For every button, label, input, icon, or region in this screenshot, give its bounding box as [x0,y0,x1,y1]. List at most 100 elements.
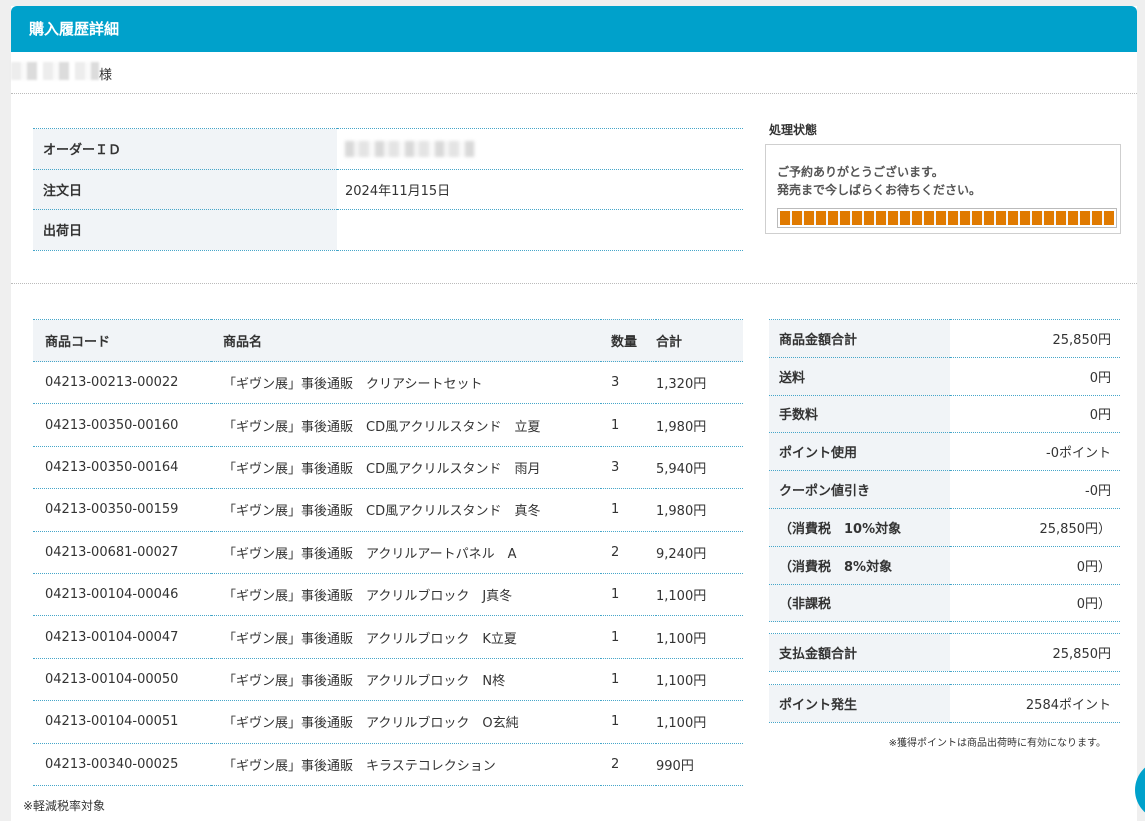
item-sum: 1,320円 [656,361,743,405]
order-date-label: 注文日 [33,168,337,210]
summary-label: クーポン値引き [769,470,950,509]
item-qty: 2 [601,531,656,574]
item-name: 「ギヴン展」事後通販 キラステコレクション [211,743,601,786]
summary-body: 商品金額合計 25,850円 送料 0円 手数料 0円 ポイント使用 -0ポイント クーポン値引… [769,319,1120,623]
item-qty: 1 [601,615,656,659]
summary-label: 送料 [769,356,950,396]
table-row: 04213-00104-00047 「ギヴン展」事後通販 アクリルブロック K立夏… [33,615,743,659]
status-line-1: ご予約ありがとうございます。 [777,165,944,179]
table-row: 04213-00681-00027 「ギヴン展」事後通販 アクリルアートパネル A… [33,531,743,574]
summary-label: （消費税 10%対象 [769,507,950,547]
summary-row: 商品金額合計 25,850円 [769,319,1120,358]
item-qty: 3 [601,446,656,490]
item-qty: 1 [601,700,656,744]
item-code: 04213-00104-00046 [33,573,211,617]
points-row: ポイント発生 2584ポイント [769,684,1120,723]
item-name: 「ギヴン展」事後通販 アクリルブロック O玄純 [211,700,601,744]
item-sum: 990円 [656,743,743,786]
summary-row: （消費税 8%対象 0円） [769,545,1120,585]
item-name: 「ギヴン展」事後通販 アクリルブロック J真冬 [211,573,601,617]
points-table: ポイント発生 2584ポイント [769,684,1120,723]
total-value: 25,850円 [950,633,1120,672]
table-row: 04213-00104-00050 「ギヴン展」事後通販 アクリルブロック N柊 1… [33,658,743,702]
items-body: 04213-00213-00022 「ギヴン展」事後通販 クリアシートセット 3 1,… [33,361,743,786]
summary-label: 手数料 [769,394,950,434]
section-divider [11,283,1137,284]
item-qty: 1 [601,573,656,617]
item-qty: 2 [601,743,656,786]
header-sum: 合計 [656,319,743,362]
summary-value: 0円 [950,394,1120,434]
item-name: 「ギヴン展」事後通販 クリアシートセット [211,361,601,405]
summary-value: 0円） [950,583,1120,623]
item-name: 「ギヴン展」事後通販 アクリルブロック K立夏 [211,615,601,659]
header-name: 商品名 [211,319,601,362]
summary-row: （非課税 0円） [769,583,1120,623]
item-name: 「ギヴン展」事後通販 アクリルアートパネル A [211,531,601,574]
summary-row: クーポン値引き -0円 [769,470,1120,509]
item-code: 04213-00350-00164 [33,446,211,490]
customer-name-redacted [11,62,99,80]
item-sum: 9,240円 [656,531,743,574]
customer-suffix: 様 [99,68,113,83]
item-name: 「ギヴン展」事後通販 アクリルブロック N柊 [211,658,601,702]
item-code: 04213-00104-00051 [33,700,211,744]
total-table: 支払金額合計 25,850円 [769,633,1120,672]
item-code: 04213-00104-00047 [33,615,211,659]
order-date-row: 注文日 2024年11月15日 [33,168,743,210]
order-id-label: オーダーＩＤ [33,128,337,170]
status-message: ご予約ありがとうございます。 発売まで今しばらくお待ちください。 [777,163,981,199]
order-id-redacted [345,140,475,157]
status-title: 処理状態 [769,123,818,137]
item-sum: 1,980円 [656,488,743,532]
summary-row: 送料 0円 [769,356,1120,396]
summary-label: （非課税 [769,583,950,623]
header-code: 商品コード [33,319,211,362]
tax-note: ※軽減税率対象 [23,799,106,813]
item-sum: 1,100円 [656,573,743,617]
item-sum: 1,100円 [656,700,743,744]
ship-date-value [337,209,743,251]
summary-value: 25,850円 [950,319,1120,358]
points-label: ポイント発生 [769,684,950,723]
summary-label: 商品金額合計 [769,319,950,358]
summary-row: 手数料 0円 [769,394,1120,434]
table-row: 04213-00213-00022 「ギヴン展」事後通販 クリアシートセット 3 1,… [33,361,743,405]
item-code: 04213-00350-00160 [33,403,211,447]
summary-value: 0円） [950,545,1120,585]
item-qty: 1 [601,403,656,447]
item-name: 「ギヴン展」事後通販 CD風アクリルスタンド 雨月 [211,446,601,490]
summary-value: 25,850円） [950,507,1120,547]
points-value: 2584ポイント [950,684,1120,723]
item-sum: 1,100円 [656,658,743,702]
summary-row: ポイント使用 -0ポイント [769,432,1120,472]
item-code: 04213-00104-00050 [33,658,211,702]
table-row: 04213-00104-00046 「ギヴン展」事後通販 アクリルブロック J真冬… [33,573,743,617]
item-name: 「ギヴン展」事後通販 CD風アクリルスタンド 真冬 [211,488,601,532]
table-row: 04213-00104-00051 「ギヴン展」事後通販 アクリルブロック O玄純… [33,700,743,744]
summary-label: （消費税 8%対象 [769,545,950,585]
item-code: 04213-00681-00027 [33,531,211,574]
purchase-history-panel: 購入履歴詳細 様 オーダーＩＤ 注文日 2024年11月15日 出荷日 処理状態… [11,6,1137,821]
item-qty: 1 [601,488,656,532]
header-qty: 数量 [601,319,656,362]
ship-date-row: 出荷日 [33,209,743,251]
order-id-value [337,128,743,170]
item-code: 04213-00340-00025 [33,743,211,786]
points-note: ※獲得ポイントは商品出荷時に有効になります。 [888,738,1106,749]
total-label: 支払金額合計 [769,633,950,672]
page-title: 購入履歴詳細 [29,20,120,38]
page-header: 購入履歴詳細 [11,6,1137,52]
order-info-table: オーダーＩＤ 注文日 2024年11月15日 出荷日 [33,128,743,251]
total-row: 支払金額合計 25,850円 [769,633,1120,672]
summary-value: -0ポイント [950,432,1120,472]
table-row: 04213-00340-00025 「ギヴン展」事後通販 キラステコレクション 2 9… [33,743,743,786]
item-qty: 3 [601,361,656,405]
table-row: 04213-00350-00164 「ギヴン展」事後通販 CD風アクリルスタンド … [33,446,743,490]
item-qty: 1 [601,658,656,702]
items-header-row: 商品コード 商品名 数量 合計 [33,319,743,362]
item-sum: 1,100円 [656,615,743,659]
customer-row: 様 [11,52,1137,94]
summary-table: 商品金額合計 25,850円 送料 0円 手数料 0円 ポイント使用 -0ポイント クーポン値引… [769,319,1120,623]
order-date-value: 2024年11月15日 [337,168,743,210]
